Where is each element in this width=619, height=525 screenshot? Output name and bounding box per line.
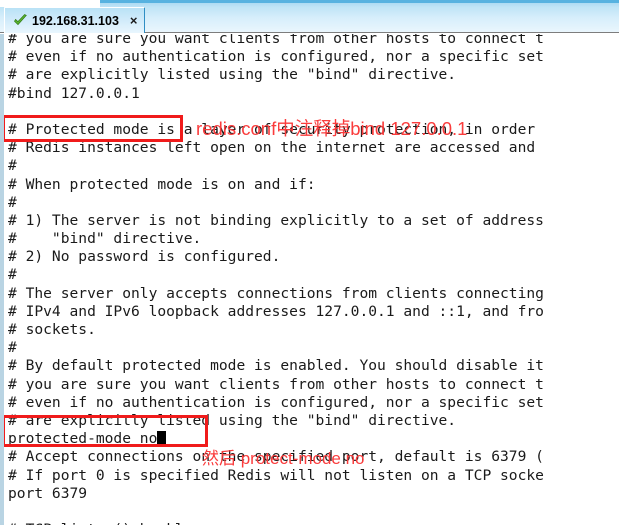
terminal-line: # Protected mode is a layer of security … — [8, 120, 544, 138]
terminal-line: # — [8, 193, 17, 211]
terminal-line: # Redis instances left open on the inter… — [8, 139, 544, 157]
terminal-line: # are explicitly listed using the "bind"… — [8, 411, 457, 429]
terminal-line: # IPv4 and IPv6 loopback addresses 127.0… — [8, 302, 544, 320]
terminal-line: # 2) No password is configured. — [8, 248, 281, 266]
terminal-line: #bind 127.0.0.1 — [8, 84, 140, 102]
terminal-line: # The server only accepts connections fr… — [8, 284, 544, 302]
terminal-line: # When protected mode is on and if: — [8, 175, 316, 193]
terminal-cursor — [157, 431, 167, 446]
terminal-line: # even if no authentication is configure… — [8, 48, 544, 66]
terminal-pane[interactable]: # you are sure you want clients from oth… — [0, 34, 619, 525]
terminal-line: # — [8, 339, 17, 357]
tab-strip-corner — [0, 0, 100, 7]
terminal-line: # By default protected mode is enabled. … — [8, 357, 544, 375]
browser-tab-bar: 192.168.31.103 × — [0, 0, 619, 33]
close-icon[interactable]: × — [130, 14, 138, 27]
terminal-line: # you are sure you want clients from oth… — [8, 375, 544, 393]
terminal-session-tab[interactable]: 192.168.31.103 × — [4, 7, 146, 33]
terminal-line: # Accept connections on the specified po… — [8, 448, 544, 466]
terminal-line: # "bind" directive. — [8, 230, 202, 248]
green-check-icon — [13, 13, 28, 28]
terminal-line: # — [8, 266, 17, 284]
terminal-line: protected-mode no — [8, 430, 544, 448]
terminal-line: # even if no authentication is configure… — [8, 393, 544, 411]
terminal-text-content: # you are sure you want clients from oth… — [8, 34, 544, 525]
tab-label: 192.168.31.103 — [32, 13, 119, 28]
terminal-line: # 1) The server is not binding explicitl… — [8, 211, 544, 229]
terminal-line: # you are sure you want clients from oth… — [8, 34, 544, 47]
terminal-line: # sockets. — [8, 321, 96, 338]
terminal-line: # If port 0 is specified Redis will not … — [8, 466, 544, 484]
terminal-line: # are explicitly listed using the "bind"… — [8, 66, 457, 84]
terminal-line: # TCP listen() backlog. — [8, 521, 544, 525]
terminal-line: port 6379 — [8, 484, 88, 502]
terminal-line: # — [8, 157, 17, 175]
